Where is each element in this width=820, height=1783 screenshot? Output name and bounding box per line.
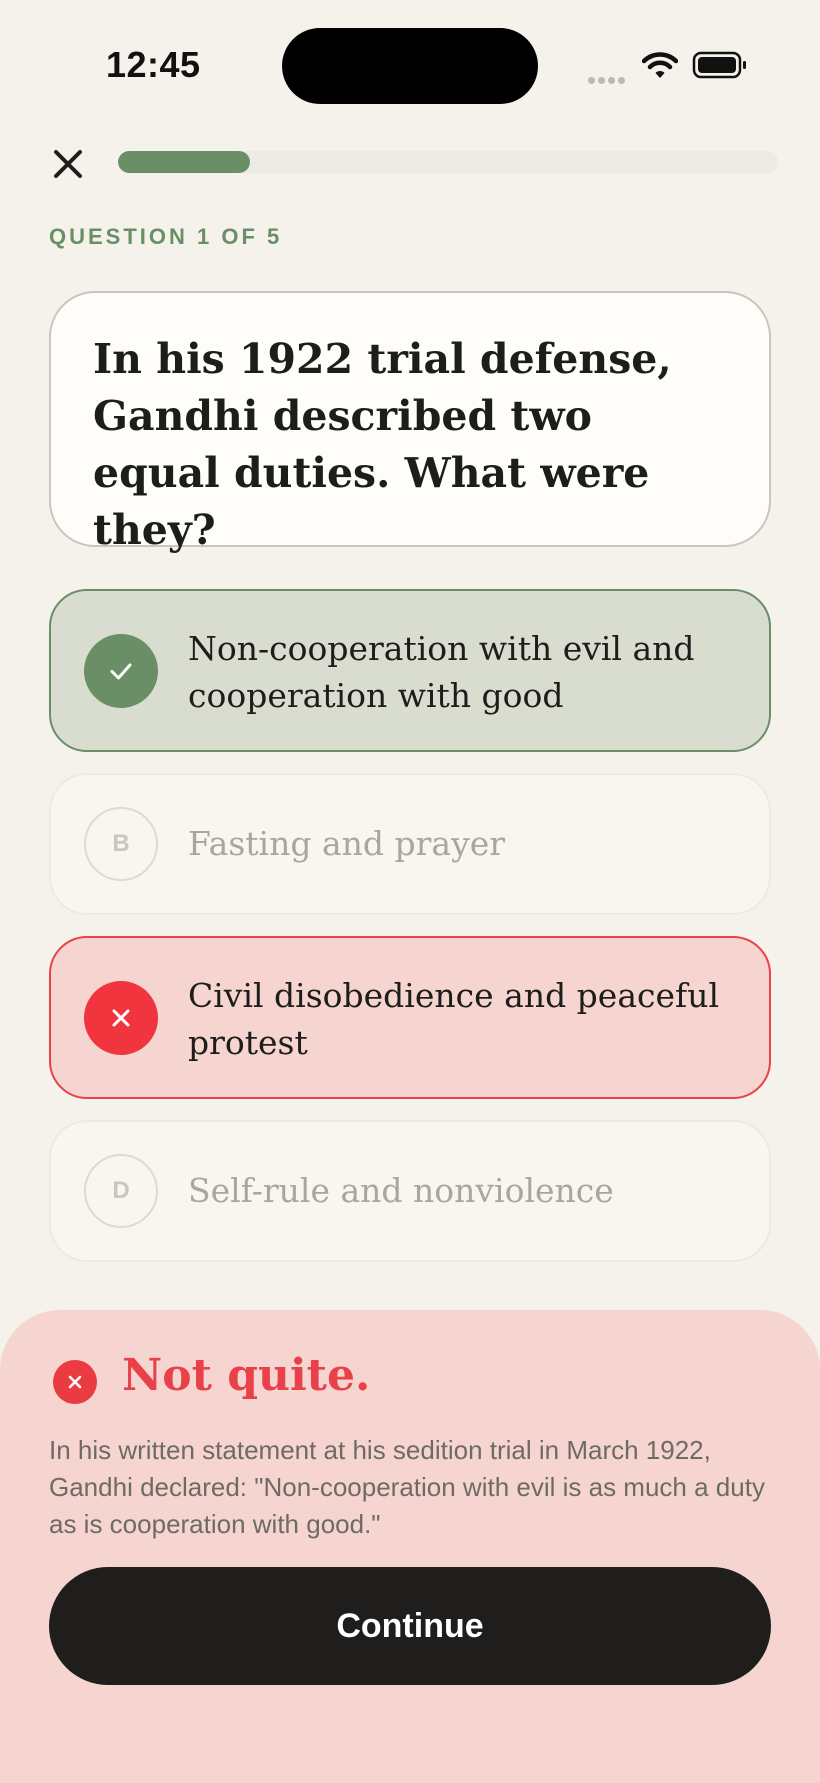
progress-bar: [118, 151, 778, 173]
wifi-icon: [641, 50, 679, 80]
battery-icon: [692, 50, 748, 80]
answer-option-c[interactable]: Civil disobedience and peaceful protest: [49, 936, 771, 1099]
signal-icon: [588, 71, 628, 84]
option-label: Self-rule and nonviolence: [188, 1171, 614, 1210]
option-label: Civil disobedience and peaceful protest: [188, 976, 720, 1062]
question-counter: QUESTION 1 OF 5: [49, 224, 283, 249]
status-time: 12:45: [106, 44, 201, 85]
status-bar: 12:45: [0, 0, 820, 130]
feedback-title: Not quite.: [122, 1350, 371, 1401]
option-letter-badge: D: [84, 1154, 158, 1228]
option-letter: D: [112, 1177, 130, 1204]
continue-button[interactable]: Continue: [49, 1567, 771, 1685]
answer-option-b[interactable]: B Fasting and prayer: [49, 773, 771, 915]
feedback-panel: Not quite. In his written statement at h…: [0, 1310, 820, 1783]
dynamic-island: [282, 28, 538, 104]
answer-option-d[interactable]: D Self-rule and nonviolence: [49, 1120, 771, 1262]
close-icon: [54, 150, 82, 178]
close-button[interactable]: [46, 142, 90, 186]
option-letter-badge: B: [84, 807, 158, 881]
x-icon: [53, 1360, 97, 1404]
progress-fill: [118, 151, 250, 173]
feedback-explanation: In his written statement at his sedition…: [49, 1435, 765, 1539]
check-icon: [84, 634, 158, 708]
answer-option-a[interactable]: Non-cooperation with evil and cooperatio…: [49, 589, 771, 752]
question-text: In his 1922 trial defense, Gandhi descri…: [93, 335, 672, 554]
x-icon: [84, 981, 158, 1055]
question-card: In his 1922 trial defense, Gandhi descri…: [49, 291, 771, 554]
option-letter: B: [112, 830, 130, 857]
option-label: Fasting and prayer: [188, 824, 506, 863]
option-label: Non-cooperation with evil and cooperatio…: [188, 629, 695, 715]
